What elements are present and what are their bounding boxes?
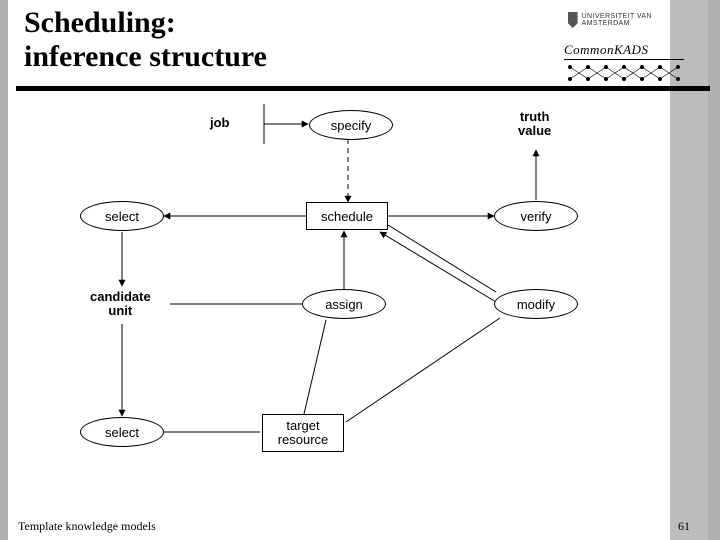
uva-logo: UNIVERSITEIT VAN AMSTERDAM xyxy=(568,8,678,32)
uva-crest-icon xyxy=(568,12,578,28)
oval-modify: modify xyxy=(494,289,578,319)
rect-target-resource: target resource xyxy=(262,414,344,452)
header-rule xyxy=(16,86,710,91)
label-truth-value: truth value xyxy=(518,110,551,137)
oval-assign: assign xyxy=(302,289,386,319)
diagram: job truth value candidate unit specify s… xyxy=(16,92,710,506)
rect-target: target xyxy=(286,419,319,433)
label-candidate-unit: candidate unit xyxy=(90,290,151,317)
commonkads-dots-icon xyxy=(564,63,684,83)
rect-schedule: schedule xyxy=(306,202,388,230)
oval-specify: specify xyxy=(309,110,393,140)
commonkads-logo: CommonKADS xyxy=(564,42,692,88)
commonkads-underline xyxy=(564,59,684,60)
label-value: value xyxy=(518,123,551,138)
footer-left: Template knowledge models xyxy=(18,519,156,534)
oval-select-bottom: select xyxy=(80,417,164,447)
title-line-1: Scheduling: xyxy=(24,6,176,39)
rect-resource: resource xyxy=(278,433,329,447)
uva-logo-text: UNIVERSITEIT VAN AMSTERDAM xyxy=(582,13,678,27)
oval-verify: verify xyxy=(494,201,578,231)
footer-pagenum: 61 xyxy=(678,519,690,534)
commonkads-logo-text: CommonKADS xyxy=(564,42,692,58)
oval-select-top: select xyxy=(80,201,164,231)
label-job: job xyxy=(210,116,230,130)
slide: Scheduling: inference structure UNIVERSI… xyxy=(8,0,708,540)
label-unit: unit xyxy=(108,303,132,318)
footer: Template knowledge models 61 xyxy=(8,519,708,538)
